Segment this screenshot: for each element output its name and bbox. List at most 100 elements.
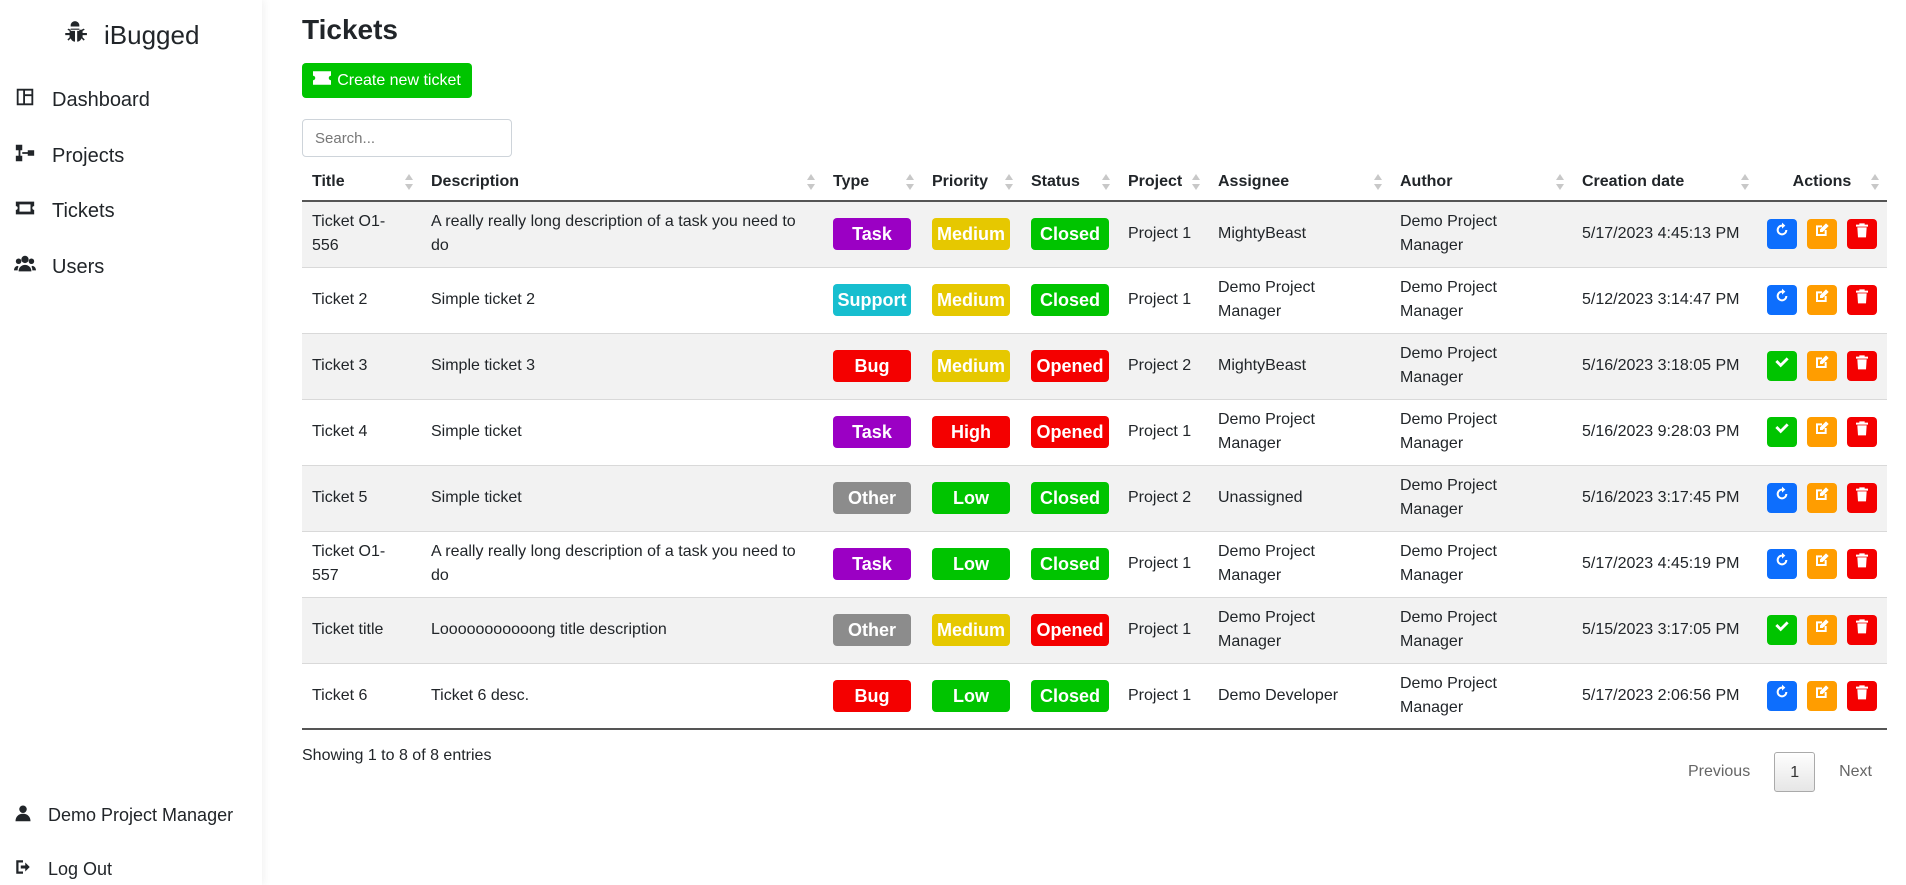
priority-badge: Low: [932, 482, 1010, 514]
sort-icon: [1374, 173, 1382, 190]
sort-icon: [405, 173, 413, 190]
column-header-actions[interactable]: Actions: [1757, 163, 1887, 202]
cell-actions: [1757, 663, 1887, 730]
column-header-description[interactable]: Description: [421, 163, 823, 202]
cell-assignee: Demo Project Manager: [1208, 597, 1390, 664]
cell-project: Project 1: [1118, 597, 1208, 664]
sidebar-item-tickets[interactable]: Tickets: [14, 197, 115, 225]
edit-icon: [1814, 618, 1830, 642]
cell-type: Task: [823, 201, 922, 268]
cell-actions: [1757, 465, 1887, 532]
edit-ticket-button[interactable]: [1807, 285, 1837, 315]
table-row[interactable]: Ticket 5 Simple ticket Other Low Closed Proje…: [302, 465, 1887, 532]
delete-ticket-button[interactable]: [1847, 285, 1877, 315]
sidebar-item-label: Projects: [52, 144, 125, 167]
cell-creation-date: 5/16/2023 3:17:45 PM: [1572, 465, 1757, 532]
status-badge: Opened: [1031, 416, 1109, 448]
cell-status: Closed: [1021, 663, 1118, 730]
cell-author: Demo Project Manager: [1390, 531, 1572, 598]
cell-project: Project 1: [1118, 531, 1208, 598]
edit-ticket-button[interactable]: [1807, 549, 1837, 579]
delete-ticket-button[interactable]: [1847, 351, 1877, 381]
close-ticket-button[interactable]: [1767, 615, 1797, 645]
cell-priority: Low: [922, 465, 1021, 532]
reopen-ticket-button[interactable]: [1767, 549, 1797, 579]
column-header-status[interactable]: Status: [1021, 163, 1118, 202]
delete-ticket-button[interactable]: [1847, 680, 1877, 711]
logout-label: Log Out: [48, 859, 113, 879]
edit-ticket-button[interactable]: [1807, 680, 1837, 711]
next-page-button[interactable]: Next: [1825, 752, 1886, 792]
edit-ticket-button[interactable]: [1807, 483, 1837, 513]
ticket-icon: [313, 71, 332, 90]
cell-priority: Medium: [922, 267, 1021, 334]
table-row[interactable]: Ticket 3 Simple ticket 3 Bug Medium Opened Pr…: [302, 333, 1887, 400]
sidebar-item-projects[interactable]: Projects: [14, 142, 124, 170]
cell-status: Opened: [1021, 399, 1118, 466]
reopen-ticket-button[interactable]: [1767, 285, 1797, 315]
edit-ticket-button[interactable]: [1807, 351, 1837, 381]
page-1-button[interactable]: 1: [1774, 752, 1816, 792]
sitemap-icon: [14, 142, 36, 170]
table-row[interactable]: Ticket title Looooooooooong title descrip…: [302, 597, 1887, 664]
column-header-type[interactable]: Type: [823, 163, 922, 202]
cell-type: Bug: [823, 663, 922, 730]
column-header-creation-date[interactable]: Creation date: [1572, 163, 1757, 202]
sidebar-item-dashboard[interactable]: Dashboard: [14, 86, 150, 114]
edit-ticket-button[interactable]: [1807, 417, 1837, 447]
reopen-ticket-button[interactable]: [1767, 219, 1797, 250]
tickets-table: Title Description Type Priority Status P…: [302, 163, 1887, 730]
cell-assignee: Demo Project Manager: [1208, 531, 1390, 598]
table-header: Title Description Type Priority Status P…: [302, 163, 1887, 202]
sidebar-item-label: Users: [52, 255, 105, 278]
column-header-priority[interactable]: Priority: [922, 163, 1021, 202]
cell-description: Simple ticket: [421, 399, 823, 466]
reopen-ticket-button[interactable]: [1767, 680, 1797, 711]
sidebar-item-label: Tickets: [52, 199, 115, 222]
check-icon: [1774, 420, 1790, 444]
edit-icon: [1814, 684, 1830, 708]
column-header-assignee[interactable]: Assignee: [1208, 163, 1390, 202]
cell-author: Demo Project Manager: [1390, 267, 1572, 334]
table-row[interactable]: Ticket 6 Ticket 6 desc. Bug Low Closed Projec…: [302, 663, 1887, 730]
delete-ticket-button[interactable]: [1847, 219, 1877, 250]
table-row[interactable]: Ticket 4 Simple ticket Task High Opened Proje…: [302, 399, 1887, 466]
sidebar-item-users[interactable]: Users: [14, 253, 104, 281]
status-badge: Opened: [1031, 614, 1109, 646]
close-ticket-button[interactable]: [1767, 351, 1797, 381]
edit-ticket-button[interactable]: [1807, 219, 1837, 250]
column-header-project[interactable]: Project: [1118, 163, 1208, 202]
create-ticket-button[interactable]: Create new ticket: [302, 63, 472, 98]
priority-badge: Low: [932, 548, 1010, 580]
cell-priority: Low: [922, 663, 1021, 730]
priority-badge: Medium: [932, 284, 1010, 316]
cell-title: Ticket 2: [302, 267, 421, 334]
delete-ticket-button[interactable]: [1847, 417, 1877, 447]
table-row[interactable]: Ticket O1-556 A really really long descri…: [302, 201, 1887, 268]
edit-ticket-button[interactable]: [1807, 615, 1837, 645]
delete-ticket-button[interactable]: [1847, 615, 1877, 645]
close-ticket-button[interactable]: [1767, 417, 1797, 447]
column-header-title[interactable]: Title: [302, 163, 421, 202]
table-row[interactable]: Ticket O1-557 A really really long descri…: [302, 531, 1887, 598]
priority-badge: Low: [932, 679, 1010, 712]
brand[interactable]: iBugged: [62, 20, 199, 51]
current-user[interactable]: Demo Project Manager: [14, 804, 233, 827]
reopen-ticket-button[interactable]: [1767, 483, 1797, 513]
cell-author: Demo Project Manager: [1390, 597, 1572, 664]
column-header-author[interactable]: Author: [1390, 163, 1572, 202]
previous-page-button[interactable]: Previous: [1674, 752, 1764, 792]
logout-link[interactable]: Log Out: [14, 858, 112, 881]
type-badge: Bug: [833, 679, 911, 712]
cell-status: Opened: [1021, 333, 1118, 400]
search-input[interactable]: [302, 119, 512, 157]
cell-description: Simple ticket 3: [421, 333, 823, 400]
sort-icon: [807, 173, 815, 190]
table-row[interactable]: Ticket 2 Simple ticket 2 Support Medium Clos…: [302, 267, 1887, 334]
cell-project: Project 1: [1118, 399, 1208, 466]
trash-icon: [1854, 288, 1870, 312]
cell-author: Demo Project Manager: [1390, 333, 1572, 400]
priority-badge: Medium: [932, 350, 1010, 382]
delete-ticket-button[interactable]: [1847, 483, 1877, 513]
delete-ticket-button[interactable]: [1847, 549, 1877, 579]
